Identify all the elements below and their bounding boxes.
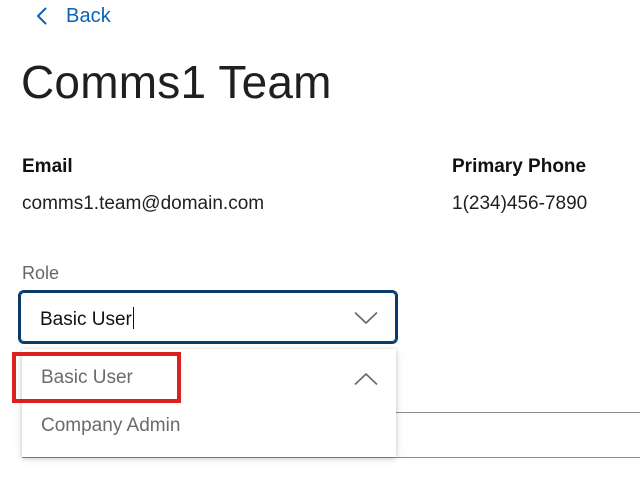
- role-option-company-admin[interactable]: Company Admin: [22, 403, 396, 451]
- role-dropdown-menu: Basic User Company Admin: [22, 349, 396, 457]
- text-cursor: [132, 307, 134, 329]
- chevron-down-icon: [354, 311, 378, 325]
- form-divider-line: [22, 457, 640, 458]
- email-value: comms1.team@domain.com: [22, 193, 265, 214]
- role-label: Role: [22, 263, 60, 283]
- role-option-basic-user[interactable]: Basic User: [22, 355, 396, 403]
- role-select-value: Basic User: [40, 309, 132, 330]
- role-select[interactable]: Basic User: [18, 290, 398, 344]
- primary-phone-value: 1(234)456-7890: [452, 193, 588, 214]
- page-title: Comms1 Team: [21, 56, 332, 108]
- role-option-label: Basic User: [41, 367, 133, 388]
- checkmark-icon: [354, 372, 378, 386]
- role-select-value-container: Basic User: [40, 307, 134, 332]
- chevron-left-icon: [30, 4, 54, 28]
- primary-phone-label: Primary Phone: [452, 156, 587, 177]
- back-link[interactable]: Back: [30, 2, 111, 30]
- role-option-label: Company Admin: [41, 415, 181, 436]
- back-link-label: Back: [66, 5, 111, 27]
- email-label: Email: [22, 156, 73, 177]
